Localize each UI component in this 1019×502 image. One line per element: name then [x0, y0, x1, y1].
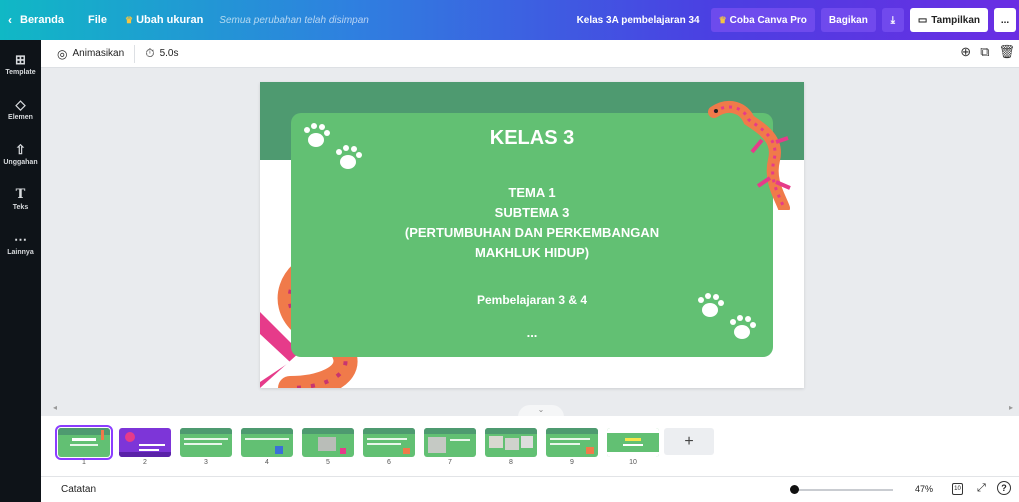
- try-pro-label: Coba Canva Pro: [729, 14, 807, 26]
- sidebar-item-template[interactable]: ⊞ Template: [0, 43, 41, 85]
- document-title[interactable]: Kelas 3A pembelajaran 34: [569, 0, 708, 40]
- duration-button[interactable]: ⏱ 5.0s: [135, 46, 178, 61]
- animate-icon: ◎: [57, 46, 68, 61]
- try-pro-button[interactable]: ♛ Coba Canva Pro: [710, 8, 815, 32]
- paw-print-icon: [698, 293, 756, 339]
- zoom-level[interactable]: 47%: [915, 484, 933, 494]
- left-sidebar: ⊞ Template ◇ Elemen ⇧ Unggahan T Teks ⋯ …: [0, 40, 41, 502]
- sidebar-item-label: Elemen: [8, 113, 33, 121]
- page-number: 8: [509, 459, 513, 466]
- resize-label: Ubah ukuran: [136, 14, 204, 26]
- more-options-button[interactable]: ...: [994, 8, 1016, 32]
- lizard-illustration: [708, 100, 791, 210]
- duplicate-icon[interactable]: ⧉: [980, 44, 989, 60]
- page-number: 7: [448, 459, 452, 466]
- page-number: 6: [387, 459, 391, 466]
- sidebar-item-label: Unggahan: [3, 158, 38, 166]
- bottom-bar: Catatan 47% 10 ⤢ ?: [41, 476, 1019, 502]
- download-icon: ⤓: [890, 14, 896, 26]
- page-thumbnail[interactable]: [180, 428, 232, 457]
- animate-label: Animasikan: [72, 48, 125, 59]
- animate-button[interactable]: ◎ Animasikan: [41, 44, 136, 63]
- delete-icon[interactable]: 🗑: [998, 44, 1015, 60]
- duration-label: 5.0s: [159, 48, 179, 59]
- sidebar-item-label: Template: [5, 68, 36, 76]
- home-label: Beranda: [20, 14, 65, 26]
- page-thumbnail[interactable]: [119, 428, 171, 457]
- page-number: 1: [82, 459, 86, 466]
- zoom-slider[interactable]: [790, 485, 893, 494]
- page-thumbnail[interactable]: [241, 428, 293, 457]
- slide-canvas[interactable]: KELAS 3 TEMA 1 SUBTEMA 3 (PERTUMBUHAN DA…: [260, 82, 804, 388]
- page-number: 9: [570, 459, 574, 466]
- page-thumbnail[interactable]: [424, 428, 476, 457]
- save-status: Semua perubahan telah disimpan: [219, 14, 369, 26]
- resize-button[interactable]: ♛ Ubah ukuran: [115, 0, 211, 40]
- page-number: 2: [143, 459, 147, 466]
- fullscreen-icon[interactable]: ⤢: [977, 482, 986, 495]
- file-menu[interactable]: File: [72, 0, 115, 40]
- sidebar-item-uploads[interactable]: ⇧ Unggahan: [0, 133, 41, 175]
- page-thumbnail[interactable]: [302, 428, 354, 457]
- page-number: 3: [204, 459, 208, 466]
- paw-print-icon: [304, 123, 362, 169]
- present-icon: ▭: [917, 14, 928, 26]
- sidebar-item-label: Lainnya: [7, 248, 34, 256]
- upload-icon: ⇧: [15, 141, 26, 157]
- sidebar-item-elements[interactable]: ◇ Elemen: [0, 88, 41, 130]
- page-thumbnail[interactable]: [546, 428, 598, 457]
- text-icon: T: [15, 186, 26, 202]
- page-number: 5: [326, 459, 330, 466]
- slide-topic-line-2: MAKHLUK HIDUP): [474, 245, 590, 260]
- editor-toolbar: ◎ Animasikan ⏱ 5.0s ⊕ ⧉ 🗑: [41, 40, 1019, 68]
- notes-button[interactable]: Catatan: [41, 484, 96, 495]
- elements-icon: ◇: [15, 96, 26, 112]
- slide-subtheme-line: SUBTEMA 3: [494, 205, 570, 220]
- slide-theme-line: TEMA 1: [508, 185, 556, 200]
- page-actions: ⊕ ⧉ 🗑: [960, 44, 1015, 60]
- help-icon[interactable]: ?: [997, 481, 1011, 495]
- chevron-down-icon: ⌄: [537, 405, 545, 414]
- more-icon: ⋯: [14, 231, 27, 247]
- page-thumbnail[interactable]: [485, 428, 537, 457]
- sidebar-item-text[interactable]: T Teks: [0, 178, 41, 220]
- top-bar: ‹ Beranda File ♛ Ubah ukuran Semua perub…: [0, 0, 1019, 40]
- page-thumbnail[interactable]: [363, 428, 415, 457]
- add-page-icon[interactable]: ⊕: [960, 44, 971, 60]
- sidebar-item-label: Teks: [12, 203, 29, 211]
- page-number: 10: [629, 459, 637, 466]
- sidebar-item-more[interactable]: ⋯ Lainnya: [0, 223, 41, 265]
- zoom-slider-handle[interactable]: [790, 485, 799, 494]
- chevron-left-icon: ‹: [8, 13, 12, 27]
- add-page-button[interactable]: +: [664, 428, 714, 455]
- present-button[interactable]: ▭ Tampilkan: [909, 8, 988, 32]
- crown-icon: ♛: [718, 14, 727, 25]
- scroll-right-icon[interactable]: ▸: [1009, 403, 1013, 412]
- page-number: 4: [265, 459, 269, 466]
- crown-icon: ♛: [124, 14, 134, 25]
- slide-topic-line-1: (PERTUMBUHAN DAN PERKEMBANGAN: [404, 225, 660, 240]
- home-button[interactable]: ‹ Beranda: [0, 0, 72, 40]
- present-label: Tampilkan: [931, 14, 980, 26]
- timer-icon: ⏱: [145, 46, 155, 60]
- page-thumbnail[interactable]: [55, 425, 113, 460]
- page-filmstrip: 1 2 3 4 5 6 7 8 9 10 +: [41, 416, 1019, 476]
- scroll-left-icon[interactable]: ◂: [53, 403, 57, 412]
- page-thumbnail[interactable]: [607, 428, 659, 457]
- slide-body-text[interactable]: TEMA 1 SUBTEMA 3 (PERTUMBUHAN DAN PERKEM…: [291, 183, 773, 263]
- template-icon: ⊞: [15, 51, 26, 67]
- download-button[interactable]: ⤓: [881, 8, 904, 32]
- page-count-button[interactable]: 10: [952, 483, 963, 495]
- share-button[interactable]: Bagikan: [820, 8, 876, 32]
